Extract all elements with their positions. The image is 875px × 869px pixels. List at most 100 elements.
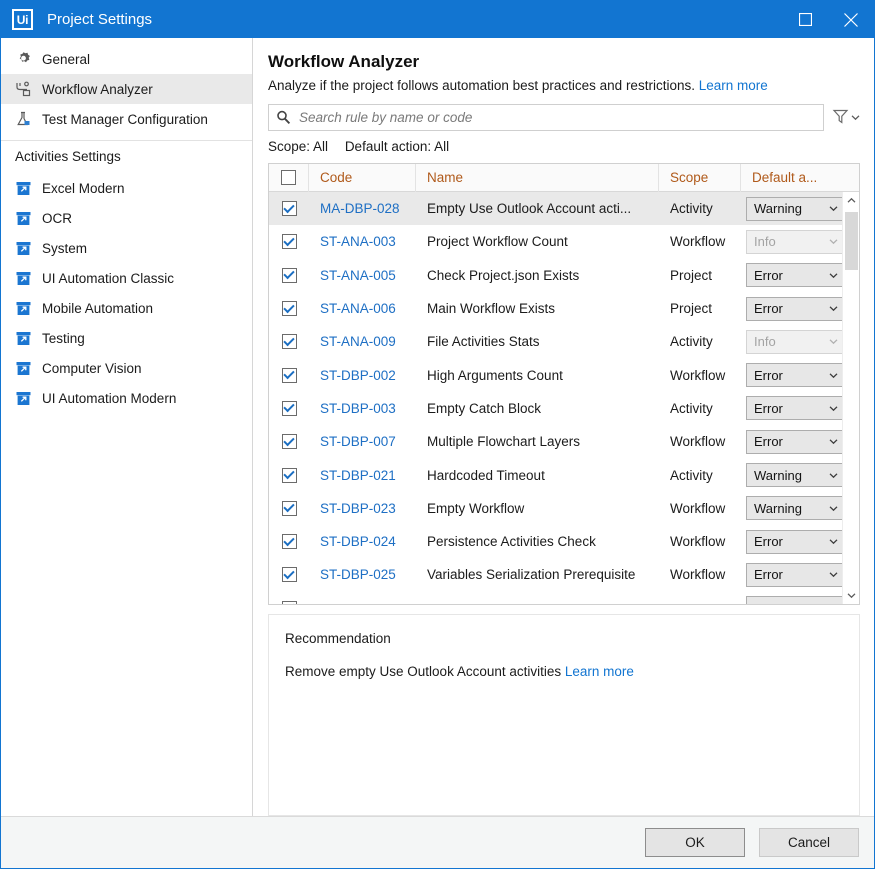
chevron-down-icon (829, 472, 838, 479)
row-code[interactable]: ST-DBP-003 (309, 392, 416, 425)
row-checkbox[interactable] (282, 601, 297, 604)
row-checkbox[interactable] (282, 434, 297, 449)
filter-button[interactable] (832, 104, 860, 131)
row-code[interactable]: ST-ANA-003 (309, 225, 416, 258)
row-checkbox[interactable] (282, 468, 297, 483)
sidebar-item-mobile-automation[interactable]: Mobile Automation (1, 293, 252, 323)
table-row[interactable]: ST-ANA-009 File Activities Stats Activit… (269, 325, 859, 358)
default-action-select: Info (746, 230, 845, 254)
default-action-select[interactable]: Warning (746, 197, 845, 221)
row-code[interactable]: ST-ANA-006 (309, 292, 416, 325)
search-input[interactable] (294, 105, 823, 130)
default-action-select[interactable]: Error (746, 530, 845, 554)
row-code[interactable]: ST-DBP-024 (309, 525, 416, 558)
cancel-button[interactable]: Cancel (759, 828, 859, 857)
scroll-up-icon[interactable] (843, 192, 860, 209)
table-row[interactable]: ST-ANA-005 Check Project.json Exists Pro… (269, 259, 859, 292)
sidebar-item-computer-vision[interactable]: Computer Vision (1, 353, 252, 383)
row-checkbox[interactable] (282, 201, 297, 216)
scroll-down-icon[interactable] (843, 587, 860, 604)
sidebar-item-label: Test Manager Configuration (42, 112, 208, 127)
table-row[interactable] (269, 592, 859, 604)
default-action-summary: Default action: All (345, 139, 449, 154)
row-checkbox[interactable] (282, 268, 297, 283)
funnel-icon (832, 108, 849, 128)
description-learn-more-link[interactable]: Learn more (699, 78, 768, 93)
table-row[interactable]: ST-ANA-006 Main Workflow Exists Project … (269, 292, 859, 325)
table-row[interactable]: ST-DBP-021 Hardcoded Timeout Activity Wa… (269, 458, 859, 491)
recommendation-learn-more-link[interactable]: Learn more (565, 664, 634, 679)
table-row[interactable]: ST-DBP-024 Persistence Activities Check … (269, 525, 859, 558)
column-header-name[interactable]: Name (416, 164, 659, 192)
select-all-header (269, 164, 309, 192)
sidebar-item-ui-automation-classic[interactable]: UI Automation Classic (1, 263, 252, 293)
chevron-down-icon (829, 571, 838, 578)
row-scope: Workflow (659, 358, 741, 391)
row-code[interactable]: ST-ANA-009 (309, 325, 416, 358)
row-scope (659, 592, 741, 604)
table-body: MA-DBP-028 Empty Use Outlook Account act… (269, 192, 859, 604)
table-row[interactable]: ST-DBP-002 High Arguments Count Workflow… (269, 358, 859, 391)
default-action-select[interactable]: Error (746, 363, 845, 387)
sidebar-item-ui-automation-modern[interactable]: UI Automation Modern (1, 383, 252, 413)
default-action-select[interactable]: Error (746, 263, 845, 287)
default-action-select[interactable]: Warning (746, 463, 845, 487)
default-action-select[interactable]: Error (746, 297, 845, 321)
search-box[interactable] (268, 104, 824, 131)
scrollbar-thumb[interactable] (845, 212, 858, 270)
row-code[interactable]: MA-DBP-028 (309, 192, 416, 225)
row-code[interactable]: ST-ANA-005 (309, 259, 416, 292)
table-row[interactable]: ST-DBP-007 Multiple Flowchart Layers Wor… (269, 425, 859, 458)
sidebar-item-testing[interactable]: Testing (1, 323, 252, 353)
sidebar-item-general[interactable]: General (1, 44, 252, 74)
table-row[interactable]: ST-DBP-003 Empty Catch Block Activity Er… (269, 392, 859, 425)
default-action-value: Info (754, 234, 776, 249)
package-icon (13, 358, 33, 378)
row-code[interactable]: ST-DBP-021 (309, 458, 416, 491)
ok-button[interactable]: OK (645, 828, 745, 857)
sidebar-item-system[interactable]: System (1, 233, 252, 263)
row-code[interactable]: ST-DBP-025 (309, 558, 416, 591)
scrollbar-track[interactable] (843, 209, 860, 587)
column-header-code[interactable]: Code (309, 164, 416, 192)
row-code[interactable] (309, 592, 416, 604)
row-code[interactable]: ST-DBP-023 (309, 492, 416, 525)
row-checkbox[interactable] (282, 534, 297, 549)
row-code[interactable]: ST-DBP-002 (309, 358, 416, 391)
sidebar-item-label: OCR (42, 211, 72, 226)
row-checkbox[interactable] (282, 234, 297, 249)
default-action-select[interactable]: Warning (746, 496, 845, 520)
default-action-select[interactable]: Error (746, 563, 845, 587)
column-header-default-action[interactable]: Default a... (741, 164, 841, 192)
row-code[interactable]: ST-DBP-007 (309, 425, 416, 458)
sidebar-item-test-manager-configuration[interactable]: Test Manager Configuration (1, 104, 252, 134)
row-checkbox-cell (269, 358, 309, 391)
column-header-scope[interactable]: Scope (659, 164, 741, 192)
row-checkbox[interactable] (282, 401, 297, 416)
table-scrollbar[interactable] (842, 192, 859, 604)
table-row[interactable]: ST-DBP-023 Empty Workflow Workflow Warni… (269, 492, 859, 525)
sidebar-item-workflow-analyzer[interactable]: Workflow Analyzer (1, 74, 252, 104)
row-checkbox[interactable] (282, 334, 297, 349)
recommendation-title: Recommendation (285, 631, 843, 646)
chevron-down-icon (851, 114, 860, 121)
row-checkbox-cell (269, 425, 309, 458)
select-all-checkbox[interactable] (281, 170, 296, 185)
close-icon[interactable] (828, 1, 874, 38)
scope-summary: Scope: All (268, 139, 328, 154)
row-checkbox[interactable] (282, 501, 297, 516)
default-action-select[interactable] (746, 596, 845, 604)
table-row[interactable]: ST-ANA-003 Project Workflow Count Workfl… (269, 225, 859, 258)
row-name: Project Workflow Count (416, 225, 659, 258)
row-checkbox[interactable] (282, 567, 297, 582)
row-checkbox[interactable] (282, 368, 297, 383)
table-row[interactable]: ST-DBP-025 Variables Serialization Prere… (269, 558, 859, 591)
default-action-select[interactable]: Error (746, 430, 845, 454)
table-row[interactable]: MA-DBP-028 Empty Use Outlook Account act… (269, 192, 859, 225)
default-action-select[interactable]: Error (746, 396, 845, 420)
sidebar-item-excel-modern[interactable]: Excel Modern (1, 173, 252, 203)
row-checkbox[interactable] (282, 301, 297, 316)
maximize-icon[interactable] (782, 1, 828, 38)
row-checkbox-cell (269, 259, 309, 292)
sidebar-item-ocr[interactable]: OCR (1, 203, 252, 233)
